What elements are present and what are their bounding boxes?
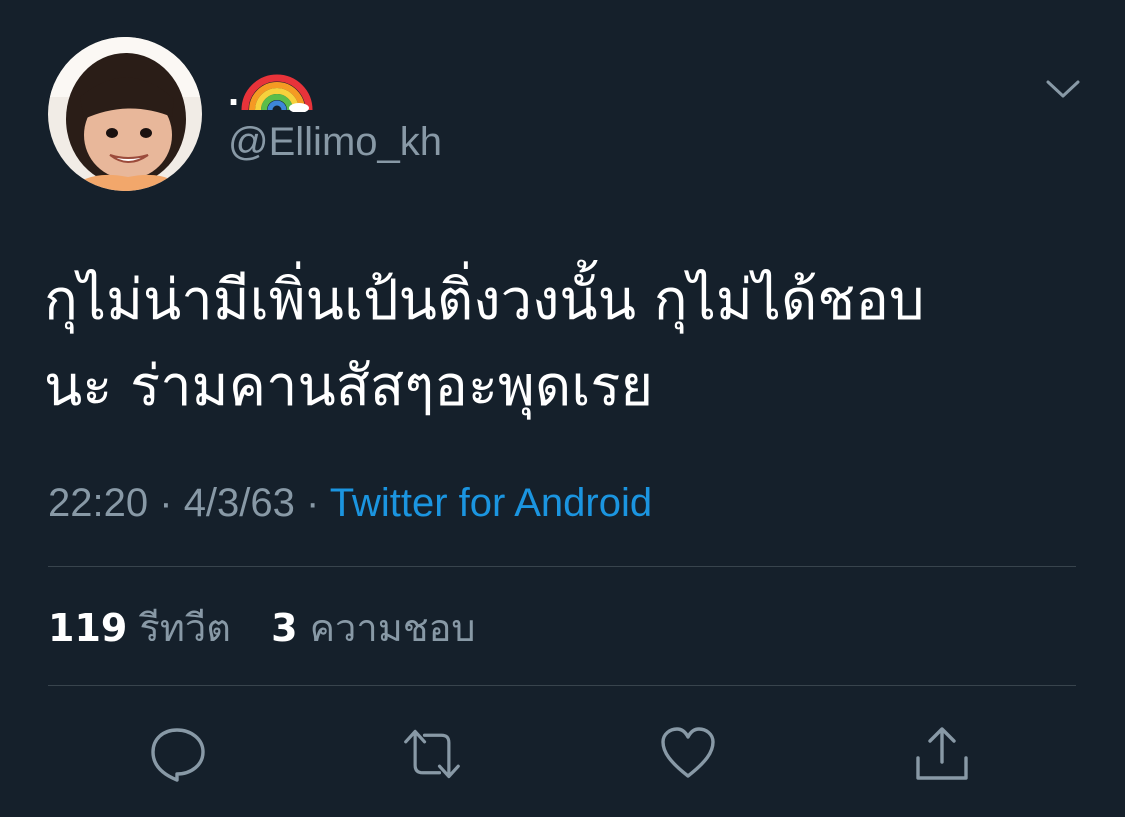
- tweet-time[interactable]: 22:20: [48, 481, 148, 525]
- reply-icon: [151, 728, 205, 782]
- likes-label: ความชอบ: [309, 606, 476, 650]
- display-name-text: .: [228, 70, 240, 114]
- tweet-detail: . @Ellimo_kh กุไม่น่ามีเพิ่นเป้นติ่งวงนั…: [0, 0, 1125, 817]
- avatar[interactable]: [48, 37, 202, 191]
- share-icon: [916, 727, 968, 780]
- reply-button[interactable]: [147, 724, 207, 784]
- chevron-down-icon: [1046, 80, 1080, 98]
- likes-stat[interactable]: 3 ความชอบ: [271, 606, 475, 650]
- retweet-icon: [404, 729, 460, 779]
- divider: [48, 685, 1076, 686]
- tweet-stats: 119 รีทวีต 3 ความชอบ: [48, 604, 476, 652]
- tweet-date[interactable]: 4/3/63: [184, 481, 295, 525]
- like-button[interactable]: [658, 724, 718, 784]
- tweet-text: กุไม่น่ามีเพิ่นเป้นติ่งวงนั้น กุไม่ได้ชอ…: [44, 258, 1084, 430]
- separator: ·: [306, 481, 320, 525]
- retweets-label: รีทวีต: [139, 606, 231, 650]
- user-handle[interactable]: @Ellimo_kh: [228, 118, 442, 166]
- likes-count: 3: [271, 606, 298, 650]
- heart-icon: [661, 727, 715, 778]
- share-button[interactable]: [912, 724, 972, 784]
- retweet-button[interactable]: [402, 724, 462, 784]
- display-name[interactable]: .: [228, 58, 313, 112]
- tweet-source-link[interactable]: Twitter for Android: [330, 481, 652, 525]
- separator: ·: [159, 481, 173, 525]
- divider: [48, 566, 1076, 567]
- tweet-text-line: นะ ร่ามคานสัสๆอะพุดเรย: [44, 354, 654, 419]
- retweets-count: 119: [48, 606, 128, 650]
- retweets-stat[interactable]: 119 รีทวีต: [48, 606, 243, 650]
- tweet-metadata: 22:20 · 4/3/63 · Twitter for Android: [48, 478, 652, 528]
- rainbow-emoji-icon: [241, 74, 313, 112]
- tweet-text-line: กุไม่น่ามีเพิ่นเป้นติ่งวงนั้น กุไม่ได้ชอ…: [44, 268, 925, 333]
- avatar-photo: [48, 37, 202, 191]
- more-options-button[interactable]: [1040, 74, 1086, 104]
